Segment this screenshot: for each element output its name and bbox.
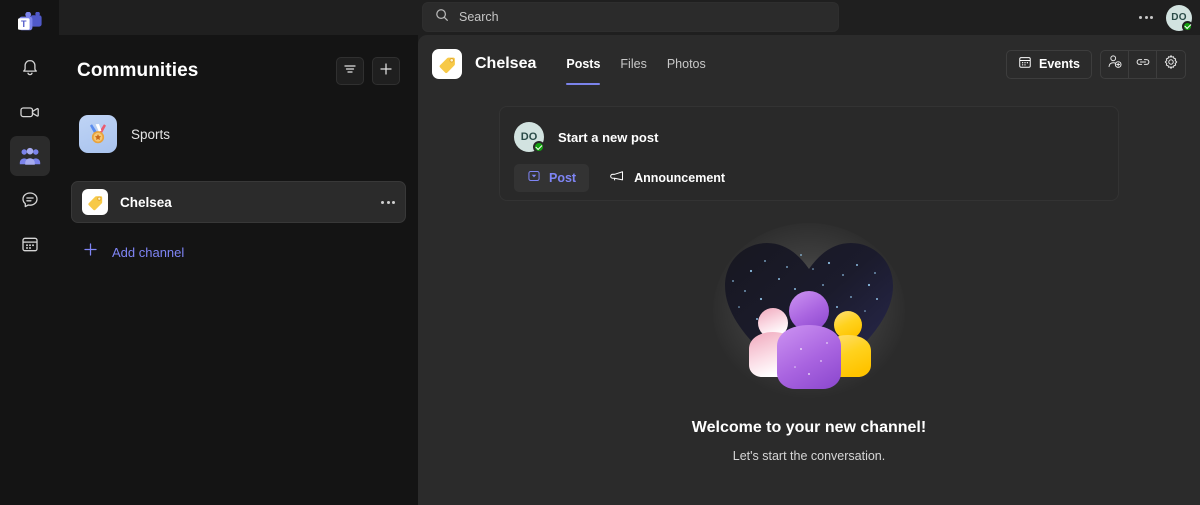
new-post-input[interactable]: Start a new post	[558, 130, 658, 145]
page-title: Communities	[77, 60, 199, 81]
link-icon	[1135, 55, 1151, 74]
teams-logo-icon: T	[10, 6, 50, 40]
channel-title: Chelsea	[475, 55, 537, 72]
top-bar: Search DO	[59, 0, 1200, 35]
medal-icon	[79, 115, 117, 153]
sidebar-item-meet[interactable]	[10, 92, 50, 132]
plus-icon	[379, 62, 393, 81]
tab-photos[interactable]: Photos	[659, 35, 714, 93]
megaphone-icon	[609, 169, 625, 188]
more-options-icon[interactable]	[1132, 4, 1160, 32]
presence-available-icon	[533, 141, 545, 153]
dot	[1150, 16, 1153, 19]
channel-label: Chelsea	[120, 194, 172, 210]
events-button[interactable]: Events	[1006, 49, 1092, 79]
sidebar-header: Communities	[59, 35, 418, 89]
search-bar[interactable]: Search	[422, 2, 839, 32]
dot	[392, 200, 395, 204]
tag-icon	[82, 189, 108, 215]
gear-icon	[1163, 54, 1179, 75]
welcome-title: Welcome to your new channel!	[691, 419, 927, 436]
channel-item-chelsea[interactable]: Chelsea	[71, 181, 406, 223]
communities-sidebar: Communities Sports Chelsea Add channel	[59, 35, 418, 505]
channel-header: Chelsea Posts Files Photos Events	[418, 35, 1200, 93]
empty-state: Welcome to your new channel! Let's start…	[418, 219, 1200, 463]
search-input[interactable]: Search	[459, 10, 499, 24]
sidebar-item-activity[interactable]	[10, 48, 50, 88]
calendar-icon	[1018, 55, 1032, 74]
add-person-icon	[1107, 54, 1123, 74]
dot	[1139, 16, 1142, 19]
svg-text:T: T	[21, 19, 27, 29]
announcement-label: Announcement	[634, 171, 726, 185]
community-label: Sports	[131, 126, 171, 142]
add-channel-label: Add channel	[112, 244, 185, 260]
post-icon	[527, 169, 541, 188]
post-composer[interactable]: DO Start a new post Post Announcement	[499, 106, 1119, 201]
sidebar-header-actions	[336, 57, 400, 85]
post-type-label: Post	[549, 171, 577, 185]
sidebar-item-calendar[interactable]	[10, 224, 50, 264]
dot	[386, 200, 390, 204]
welcome-illustration	[709, 219, 909, 409]
filter-button[interactable]	[336, 57, 364, 85]
channel-more-options-icon[interactable]	[381, 200, 395, 204]
tab-files[interactable]: Files	[612, 35, 654, 93]
avatar[interactable]: DO	[1166, 4, 1193, 32]
sidebar-item-chat[interactable]	[10, 180, 50, 220]
events-label: Events	[1039, 57, 1080, 71]
add-member-button[interactable]	[1101, 50, 1129, 78]
teams-window: T Search DO Communities Sports Chelsea A…	[0, 0, 1200, 505]
post-type-button[interactable]: Post	[514, 164, 590, 192]
presence-available-icon	[1182, 20, 1193, 32]
welcome-subtitle: Let's start the conversation.	[732, 449, 886, 463]
channel-settings-button[interactable]	[1157, 51, 1185, 78]
search-box[interactable]: Search	[422, 2, 839, 32]
channel-icon-button-group	[1100, 49, 1186, 79]
search-icon	[435, 8, 449, 27]
community-item-sports[interactable]: Sports	[73, 111, 404, 157]
add-community-button[interactable]	[372, 57, 400, 85]
plus-icon	[83, 242, 98, 262]
topbar-right-group: DO	[1132, 0, 1193, 35]
app-rail: T	[0, 0, 59, 505]
composer-type-buttons: Post Announcement	[514, 164, 1104, 192]
filter-icon	[343, 62, 357, 80]
channel-header-tag-icon	[432, 49, 462, 79]
composer-top-row: DO Start a new post	[514, 119, 1104, 155]
channel-content: Chelsea Posts Files Photos Events DO Sta…	[418, 35, 1200, 505]
sidebar-item-communities[interactable]	[9, 136, 50, 176]
announcement-type-button[interactable]: Announcement	[599, 164, 735, 192]
dot	[1144, 16, 1148, 19]
channel-tabs: Posts Files Photos	[558, 35, 713, 93]
dot	[381, 200, 384, 204]
composer-avatar: DO	[514, 122, 545, 153]
add-channel-button[interactable]: Add channel	[71, 235, 406, 269]
tab-posts[interactable]: Posts	[558, 35, 608, 93]
copy-link-button[interactable]	[1129, 50, 1157, 78]
channel-header-actions: Events	[1006, 49, 1186, 79]
